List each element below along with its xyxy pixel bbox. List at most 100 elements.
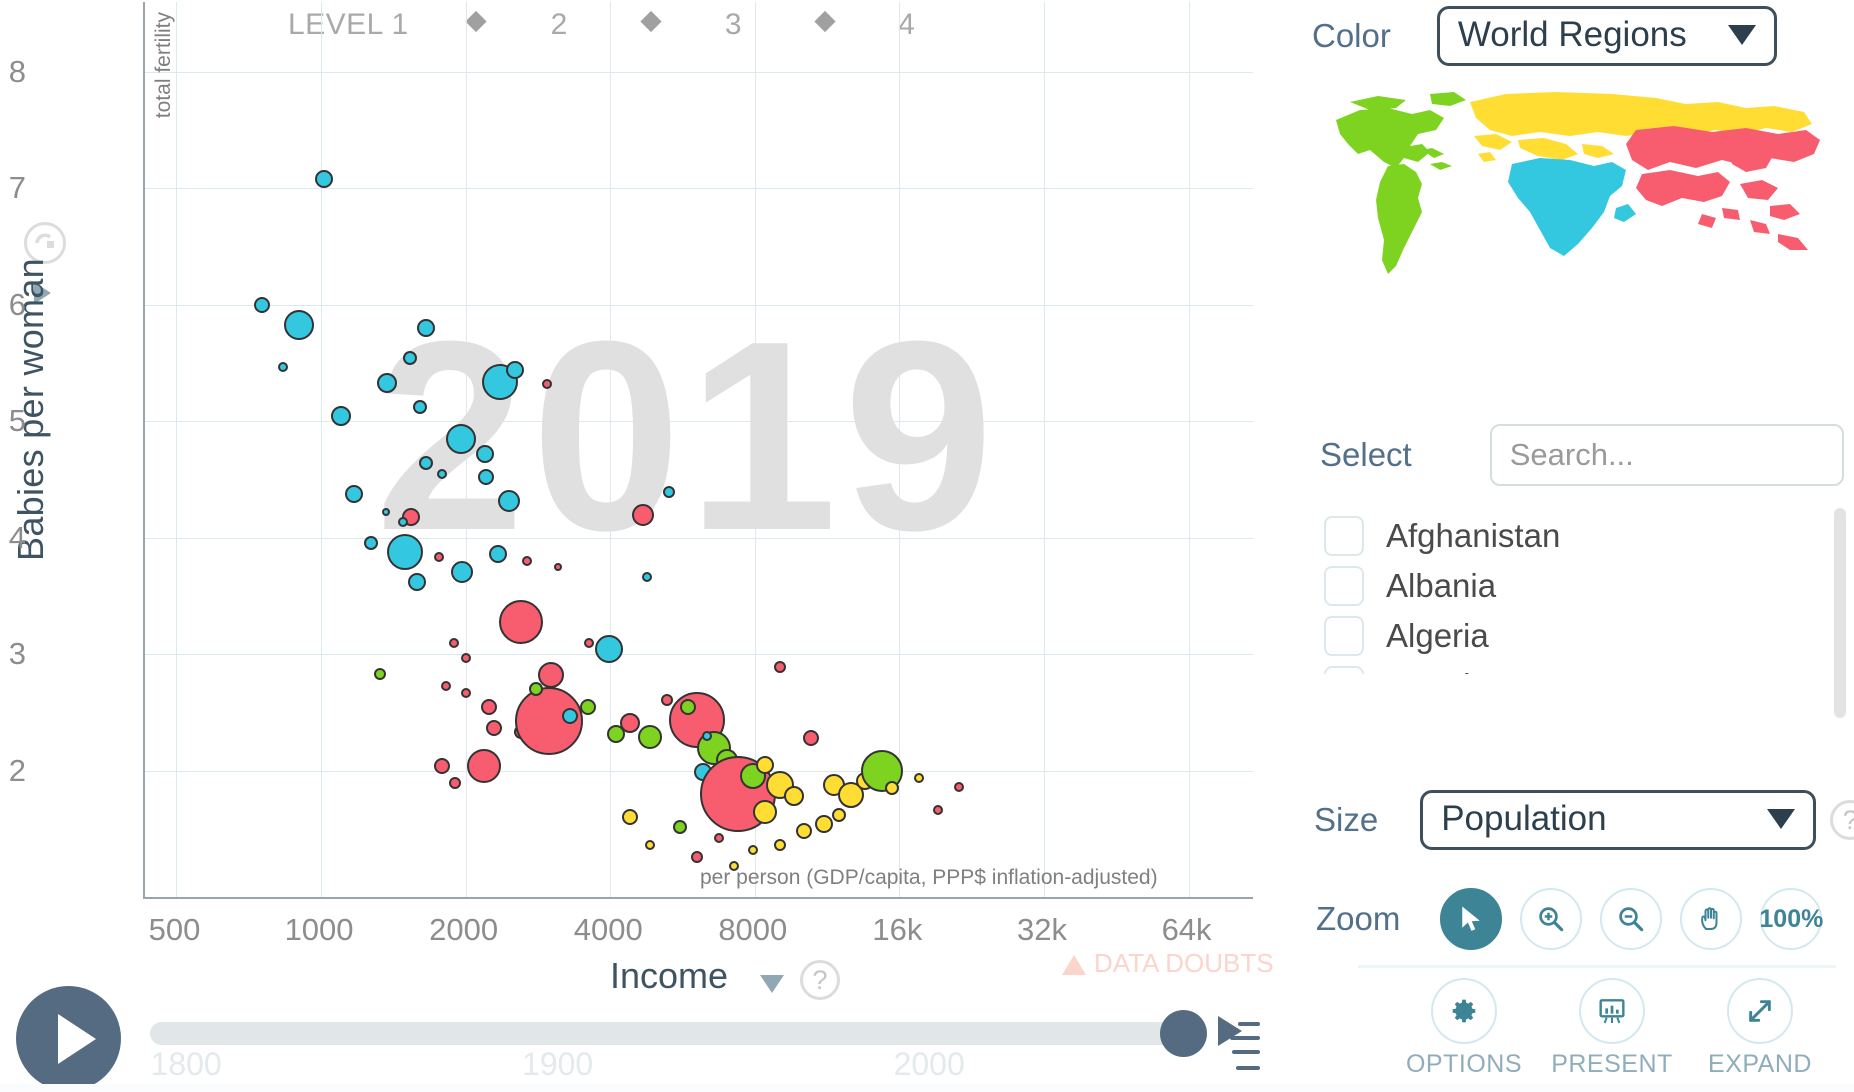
bubble[interactable]: [622, 809, 639, 826]
bubble[interactable]: [314, 170, 333, 189]
country-checkbox[interactable]: [1324, 666, 1364, 674]
bubble[interactable]: [796, 823, 813, 840]
bubble[interactable]: [753, 799, 778, 824]
country-list-item[interactable]: Afghanistan: [1324, 512, 1804, 560]
chart-area[interactable]: LEVEL 1234 2019 total fertility Babies p…: [0, 0, 1290, 1092]
cursor-tool-button[interactable]: [1440, 888, 1503, 950]
x-axis-help-icon[interactable]: ?: [800, 960, 840, 1000]
bubble[interactable]: [386, 533, 423, 570]
bubble[interactable]: [434, 551, 445, 562]
bubble[interactable]: [277, 361, 288, 372]
data-doubts-badge[interactable]: DATA DOUBTS: [1062, 948, 1274, 979]
bubble[interactable]: [662, 486, 675, 499]
bubble[interactable]: [620, 713, 641, 734]
bubble[interactable]: [440, 680, 451, 691]
bubble[interactable]: [477, 469, 494, 486]
expand-button[interactable]: EXPAND: [1686, 978, 1834, 1079]
timeline-slider-track[interactable]: [150, 1022, 1182, 1045]
bubble[interactable]: [466, 749, 501, 784]
bubble[interactable]: [413, 400, 428, 415]
bubble[interactable]: [729, 861, 740, 872]
bubble[interactable]: [690, 851, 703, 864]
bubble[interactable]: [475, 444, 494, 463]
play-button[interactable]: [16, 986, 121, 1091]
bubble[interactable]: [773, 661, 786, 674]
bubble[interactable]: [460, 652, 471, 663]
bubble[interactable]: [434, 758, 451, 775]
country-list-item[interactable]: Albania: [1324, 562, 1804, 610]
bubble[interactable]: [641, 572, 652, 583]
bubble[interactable]: [498, 489, 521, 512]
color-select[interactable]: World Regions: [1436, 6, 1777, 66]
bubble[interactable]: [773, 839, 786, 852]
bubble[interactable]: [376, 372, 397, 393]
x-axis-dropdown-arrow[interactable]: [760, 975, 784, 993]
bubble[interactable]: [632, 503, 655, 526]
bubble[interactable]: [784, 786, 805, 807]
bubble[interactable]: [374, 668, 387, 681]
bubble[interactable]: [407, 573, 426, 592]
country-checkbox[interactable]: [1324, 616, 1364, 656]
bubble[interactable]: [364, 535, 379, 550]
bubble[interactable]: [485, 719, 502, 736]
bubble[interactable]: [885, 781, 900, 796]
bubble[interactable]: [538, 662, 565, 689]
bubble[interactable]: [660, 693, 673, 706]
bubble[interactable]: [645, 840, 656, 851]
world-regions-map[interactable]: [1326, 88, 1826, 288]
bubble[interactable]: [397, 516, 408, 527]
bubble[interactable]: [437, 468, 448, 479]
bubble[interactable]: [460, 687, 471, 698]
bubble[interactable]: [579, 698, 596, 715]
bubble[interactable]: [284, 309, 315, 340]
bubble[interactable]: [803, 730, 819, 747]
bubble[interactable]: [448, 776, 461, 789]
bubble[interactable]: [481, 698, 498, 715]
bubble[interactable]: [416, 319, 435, 338]
bubble[interactable]: [815, 815, 834, 834]
country-checkbox[interactable]: [1324, 516, 1364, 556]
bubble[interactable]: [553, 562, 562, 571]
present-button[interactable]: PRESENT: [1538, 978, 1686, 1079]
bubble[interactable]: [521, 556, 532, 567]
bubble[interactable]: [505, 361, 524, 380]
reset-zoom-button[interactable]: 100%: [1759, 888, 1823, 950]
search-input[interactable]: Search...: [1489, 424, 1844, 486]
bubble[interactable]: [562, 708, 579, 725]
pan-tool-button[interactable]: [1680, 888, 1743, 950]
bubble[interactable]: [344, 484, 363, 503]
size-help-icon[interactable]: ?: [1830, 800, 1854, 840]
options-button[interactable]: OPTIONS: [1390, 978, 1538, 1079]
bubble[interactable]: [701, 730, 712, 741]
bubble[interactable]: [528, 682, 543, 697]
bubble[interactable]: [499, 599, 544, 644]
bubble[interactable]: [541, 379, 552, 390]
timeline-slider-handle[interactable]: [1160, 1010, 1207, 1057]
playback-speed-icon[interactable]: [1218, 1016, 1260, 1072]
bubble[interactable]: [403, 351, 418, 366]
bubble[interactable]: [932, 805, 943, 816]
bubble[interactable]: [913, 772, 924, 783]
country-checkbox[interactable]: [1324, 566, 1364, 606]
bubble[interactable]: [446, 423, 477, 454]
bubble[interactable]: [748, 845, 759, 856]
country-list-item[interactable]: Algeria: [1324, 612, 1804, 660]
bubble[interactable]: [488, 545, 507, 564]
bubble[interactable]: [331, 405, 352, 426]
zoom-in-tool-button[interactable]: [1520, 888, 1583, 950]
bubble[interactable]: [584, 637, 594, 648]
bubble[interactable]: [594, 634, 623, 663]
bubble[interactable]: [756, 756, 775, 775]
bubble[interactable]: [451, 560, 474, 583]
country-list[interactable]: AfghanistanAlbaniaAlgeriaAngolaAntigua a…: [1324, 512, 1804, 674]
bubble[interactable]: [418, 456, 433, 471]
bubble[interactable]: [673, 819, 688, 834]
bubble[interactable]: [679, 698, 696, 715]
country-list-item[interactable]: Angola: [1324, 662, 1804, 674]
size-select[interactable]: Population: [1420, 790, 1817, 850]
x-axis-title[interactable]: Income: [610, 955, 728, 997]
bubble[interactable]: [448, 637, 459, 648]
bubble[interactable]: [953, 782, 964, 793]
bubble-layer[interactable]: [145, 2, 1253, 897]
bubble[interactable]: [253, 296, 270, 313]
